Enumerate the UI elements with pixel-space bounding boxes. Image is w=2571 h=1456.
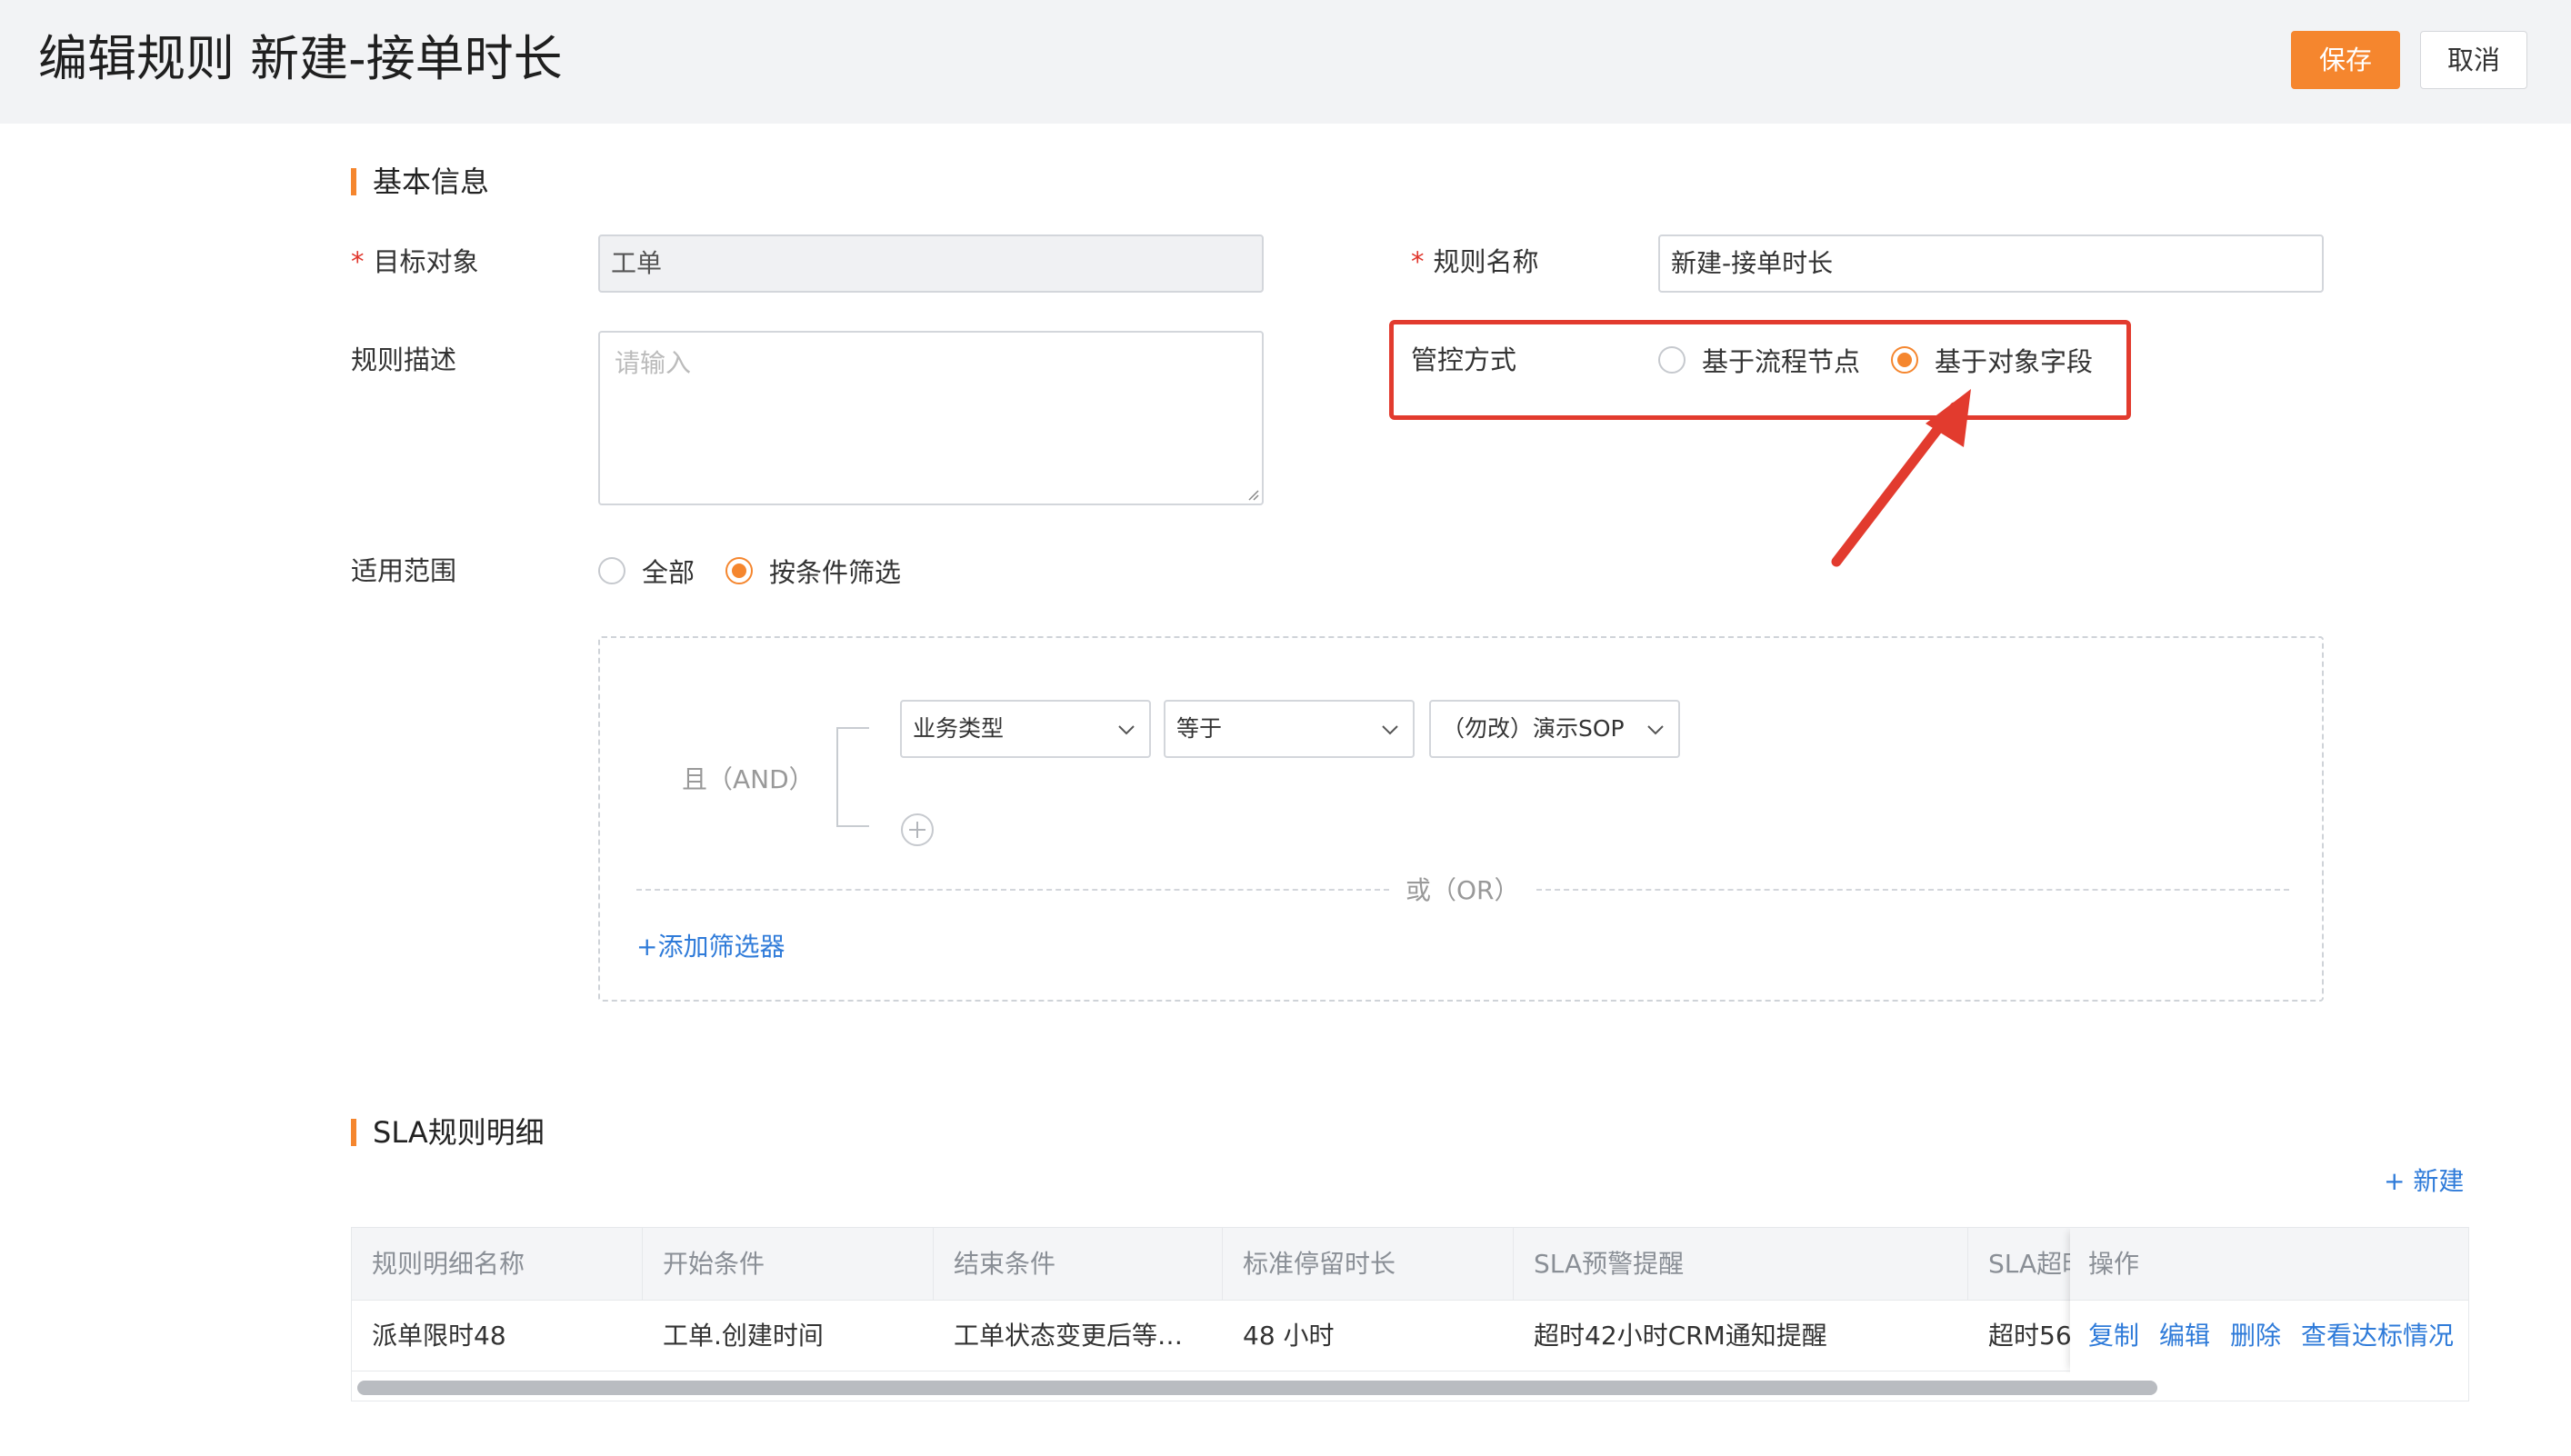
chevron-down-icon xyxy=(1118,725,1135,735)
scope-radio-group: 全部 按条件筛选 xyxy=(598,553,932,589)
rule-name-label: * 规则名称 xyxy=(1411,246,1539,277)
annotation-arrow-icon xyxy=(1831,389,1971,567)
column-header: SLA预警提醒 xyxy=(1514,1228,1968,1301)
section-title-basic: 基本信息 xyxy=(351,165,489,198)
cell-sla-warning: 超时42小时CRM通知提醒 xyxy=(1534,1321,1827,1351)
column-header: 结束条件 xyxy=(934,1228,1223,1301)
radio-scope-all[interactable] xyxy=(598,557,625,584)
and-bracket xyxy=(836,727,869,827)
view-compliance-link[interactable]: 查看达标情况 xyxy=(2301,1301,2454,1371)
chevron-down-icon xyxy=(1382,725,1398,735)
or-label: 或（OR） xyxy=(1406,875,1520,905)
edit-rule-page: 编辑规则 新建-接单时长 保存 取消 基本信息 * 目标对象 工单 * 规则名称 新… xyxy=(0,0,2571,1456)
rule-desc-label: 规则描述 xyxy=(351,344,457,375)
rule-desc-placeholder: 请输入 xyxy=(615,348,692,378)
rule-desc-textarea[interactable]: 请输入 xyxy=(598,331,1264,505)
cell-start-condition: 工单.创建时间 xyxy=(663,1321,824,1351)
page-title: 编辑规则 新建-接单时长 xyxy=(38,30,563,87)
cell-detail-name: 派单限时48 xyxy=(372,1321,506,1351)
row-operations: 复制 编辑 删除 查看达标情况 xyxy=(2088,1301,2468,1371)
or-divider-right xyxy=(1536,889,2289,891)
copy-link[interactable]: 复制 xyxy=(2088,1301,2139,1371)
or-divider-left xyxy=(636,889,1389,891)
page-header: 编辑规则 新建-接单时长 保存 取消 xyxy=(0,0,2571,124)
cell-sla-timeout: 超时56 xyxy=(1988,1321,2072,1351)
cell-end-condition: 工单状态变更后等于已派单 xyxy=(954,1321,1208,1351)
radio-scope-all-label[interactable]: 全部 xyxy=(642,552,695,590)
filter-operator-select[interactable]: 等于 xyxy=(1164,700,1415,758)
radio-scope-filter[interactable] xyxy=(725,557,754,584)
column-header: 规则明细名称 xyxy=(352,1228,643,1301)
new-rule-detail-button[interactable]: + 新建 xyxy=(2384,1162,2464,1198)
and-label: 且（AND） xyxy=(682,764,815,794)
target-object-input[interactable]: 工单 xyxy=(598,234,1264,293)
scope-label: 适用范围 xyxy=(351,555,457,586)
annotation-highlight-box xyxy=(1389,320,2131,420)
target-object-label: * 目标对象 xyxy=(351,246,479,277)
filter-field-value: 业务类型 xyxy=(913,715,1005,742)
save-button[interactable]: 保存 xyxy=(2291,31,2400,89)
cancel-button[interactable]: 取消 xyxy=(2420,31,2527,89)
edit-link[interactable]: 编辑 xyxy=(2159,1301,2210,1371)
filter-field-select[interactable]: 业务类型 xyxy=(900,700,1151,758)
horizontal-scrollbar[interactable] xyxy=(352,1373,2468,1401)
resize-grip-icon[interactable] xyxy=(1246,488,1259,501)
add-filter-link[interactable]: +添加筛选器 xyxy=(636,927,785,963)
required-mark: * xyxy=(1411,246,1425,277)
required-mark: * xyxy=(351,246,365,277)
scrollbar-thumb[interactable] xyxy=(357,1381,2157,1395)
section-title-sla: SLA规则明细 xyxy=(351,1116,545,1149)
add-condition-plus-icon[interactable] xyxy=(900,813,935,847)
delete-link[interactable]: 删除 xyxy=(2230,1301,2281,1371)
cell-standard-duration: 48 小时 xyxy=(1243,1321,1335,1351)
column-header: 开始条件 xyxy=(643,1228,934,1301)
filter-panel: 且（AND） 业务类型 等于 （勿改）演示SOP 或（OR） +添加筛选器 xyxy=(598,636,2324,1002)
chevron-down-icon xyxy=(1647,725,1664,735)
column-header-ops: 操作 xyxy=(2070,1228,2468,1301)
column-header: 标准停留时长 xyxy=(1223,1228,1514,1301)
filter-operator-value: 等于 xyxy=(1176,715,1223,742)
filter-value-select[interactable]: （勿改）演示SOP xyxy=(1429,700,1680,758)
filter-value-value: （勿改）演示SOP xyxy=(1442,715,1625,742)
rule-name-input[interactable]: 新建-接单时长 xyxy=(1658,234,2324,293)
operations-column: 操作 复制 编辑 删除 查看达标情况 xyxy=(2070,1228,2468,1373)
column-header: SLA超时 xyxy=(1988,1249,2077,1279)
sla-detail-table: 规则明细名称 开始条件 结束条件 标准停留时长 SLA预警提醒 SLA超时 派单… xyxy=(351,1227,2469,1401)
radio-scope-filter-label[interactable]: 按条件筛选 xyxy=(769,552,901,590)
